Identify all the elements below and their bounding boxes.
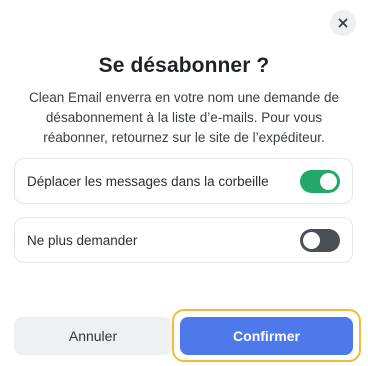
- toggle-knob: [303, 231, 320, 249]
- option-dont-ask-again: Ne plus demander: [14, 217, 353, 263]
- dont-ask-again-toggle[interactable]: [300, 228, 340, 252]
- option-label: Déplacer les messages dans la corbeille: [27, 173, 269, 189]
- unsubscribe-dialog: Se désabonner ? Clean Email enverra en v…: [0, 0, 368, 366]
- move-to-trash-toggle[interactable]: [300, 169, 340, 193]
- close-icon: [338, 18, 348, 28]
- dialog-title: Se désabonner ?: [98, 54, 270, 77]
- option-label: Ne plus demander: [27, 232, 138, 248]
- cancel-button[interactable]: Annuler: [14, 317, 172, 355]
- toggle-knob: [320, 172, 337, 190]
- confirm-button[interactable]: Confirmer: [180, 317, 353, 355]
- option-move-to-trash: Déplacer les messages dans la corbeille: [14, 158, 353, 204]
- close-button[interactable]: [330, 10, 356, 36]
- dialog-description: Clean Email enverra en votre nom une dem…: [29, 90, 339, 145]
